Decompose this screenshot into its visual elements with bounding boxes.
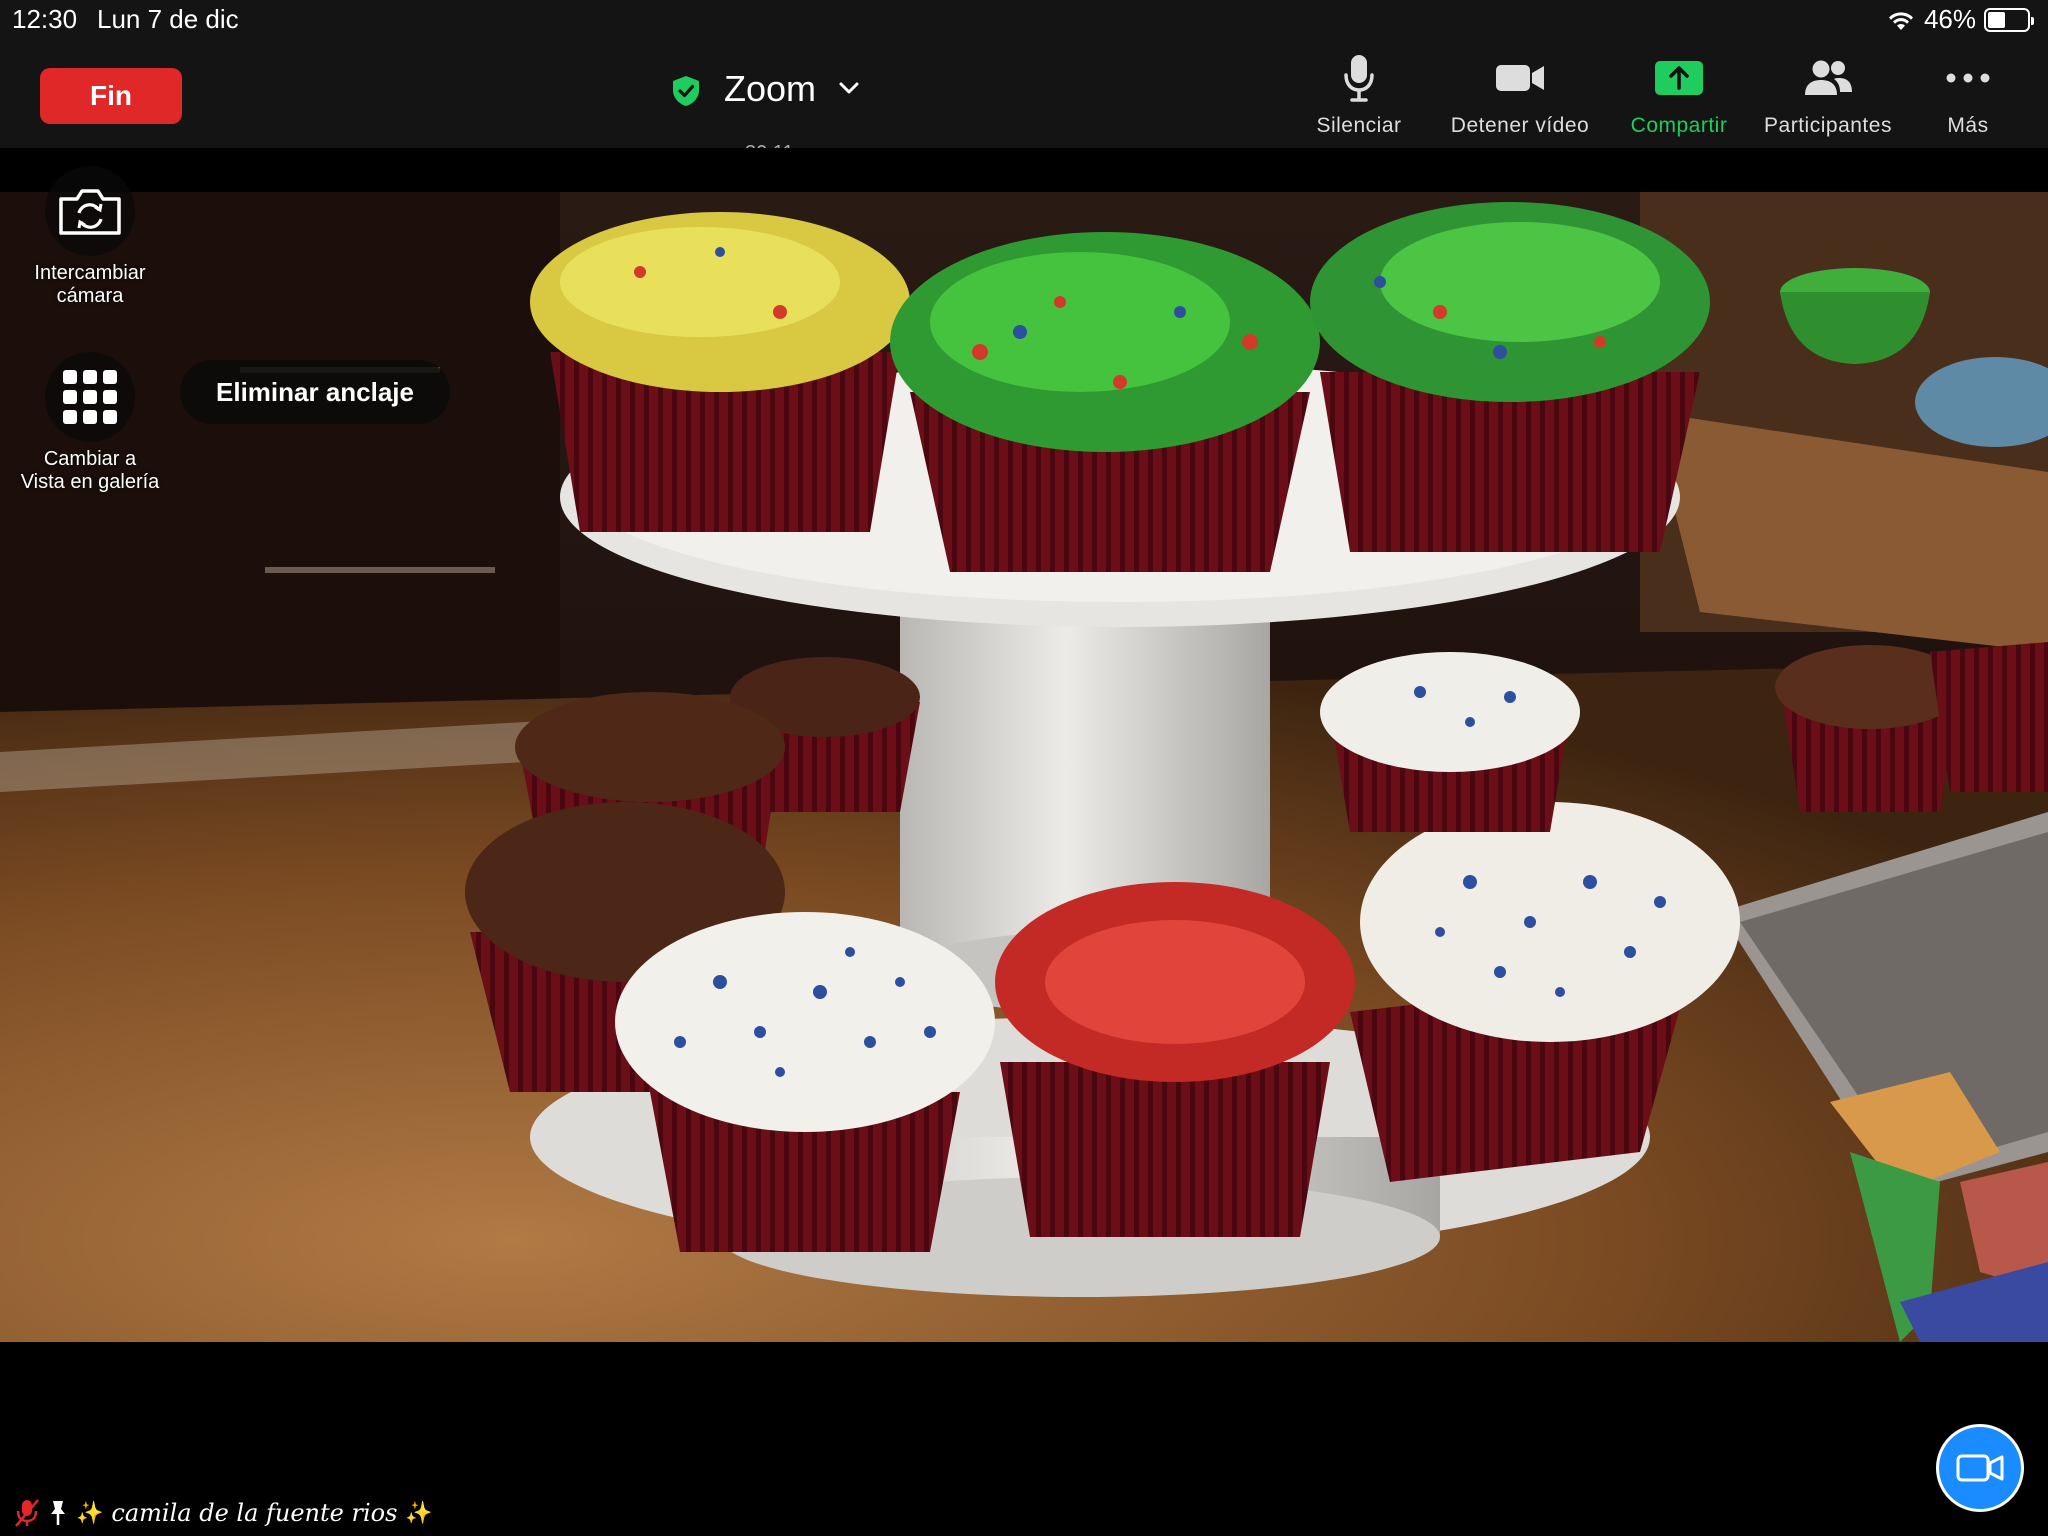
switch-camera-label: Intercambiar: [34, 262, 146, 284]
video-camera-outline-icon: [1956, 1454, 2004, 1482]
switch-camera-icon: [59, 189, 121, 235]
pin-icon: [51, 1501, 65, 1525]
gallery-grid-icon: [63, 370, 117, 424]
more-button[interactable]: Más: [1920, 50, 2016, 142]
meeting-toolbar: Fin Zoom 30:11 Silenciar: [0, 40, 2048, 164]
unpin-video-button[interactable]: Eliminar anclaje: [180, 360, 450, 424]
status-bar: 12:30 Lun 7 de dic 46%: [0, 0, 2048, 40]
sparkle-icon-end: ✨: [405, 1500, 433, 1525]
more-dots-icon: [1946, 73, 1990, 83]
participants-icon: [1805, 60, 1852, 95]
sparkle-icon: ✨: [76, 1500, 104, 1525]
chevron-down-icon: [839, 82, 859, 94]
video-camera-icon: [1496, 65, 1544, 91]
battery-icon: [1984, 7, 2034, 32]
clock: 12:30: [12, 4, 78, 34]
switch-camera-button[interactable]: Intercambiar cámara: [20, 166, 160, 308]
stop-video-button[interactable]: Detener vídeo: [1440, 50, 1600, 142]
participant-name-tag: ✨ camila de la fuente rios ✨: [14, 1496, 433, 1530]
mute-button[interactable]: Silenciar: [1304, 50, 1414, 142]
share-label: Compartir: [1630, 114, 1728, 137]
floating-camera-button[interactable]: [1936, 1424, 2024, 1512]
mute-label: Silenciar: [1316, 114, 1402, 137]
gallery-view-label-2: Vista en galería: [20, 471, 160, 493]
battery-level: [1988, 11, 2006, 28]
switch-camera-label-2: cámara: [56, 285, 124, 307]
end-meeting-button[interactable]: Fin: [40, 68, 182, 124]
participants-button[interactable]: Participantes: [1756, 50, 1900, 142]
meeting-title-dropdown[interactable]: Zoom 30:11: [670, 64, 870, 164]
share-arrow-icon: [1655, 61, 1703, 95]
meeting-title: Zoom: [724, 68, 817, 109]
date: Lun 7 de dic: [97, 4, 239, 34]
participant-name: camila de la fuente rios: [111, 1499, 398, 1527]
shield-check-icon: [673, 76, 699, 106]
mic-icon: [1344, 55, 1374, 102]
gallery-view-button[interactable]: Cambiar a Vista en galería: [4, 352, 176, 494]
more-label: Más: [1947, 114, 1989, 137]
status-right: 46%: [1886, 4, 2034, 35]
stop-video-label: Detener vídeo: [1450, 114, 1590, 137]
video-area: Intercambiar cámara Cambiar a Vista en g…: [0, 148, 2048, 1386]
share-button[interactable]: Compartir: [1620, 50, 1738, 142]
muted-mic-icon: [15, 1499, 39, 1527]
wifi-icon: [1888, 11, 1913, 30]
gallery-view-label: Cambiar a: [43, 448, 137, 470]
participants-label: Participantes: [1764, 114, 1892, 137]
battery-percent: 46%: [1923, 4, 1976, 34]
